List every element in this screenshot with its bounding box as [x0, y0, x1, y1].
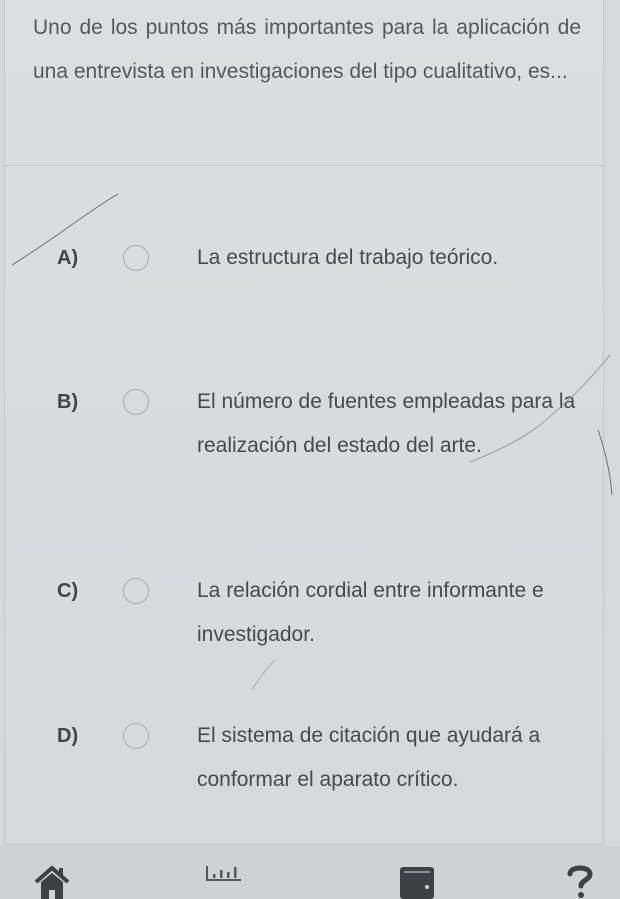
question-card: Uno de los puntos más importantes para l… — [4, 0, 605, 845]
option-text[interactable]: La relación cordial entre informante e i… — [197, 569, 577, 657]
question-divider — [5, 165, 605, 166]
option-radio-b[interactable] — [123, 389, 149, 415]
option-radio-d[interactable] — [123, 723, 149, 749]
nav-home[interactable] — [32, 862, 72, 899]
option-letter: D) — [57, 725, 79, 747]
option-radio-c[interactable] — [123, 578, 149, 604]
question-text: Uno de los puntos más importantes para l… — [33, 16, 581, 83]
option-letter: B) — [57, 391, 79, 413]
option-text[interactable]: El número de fuentes empleadas para la r… — [197, 380, 577, 468]
bar-chart-icon — [206, 866, 241, 881]
option-letter: C) — [57, 580, 79, 602]
option-text[interactable]: La estructura del trabajo teórico. — [197, 236, 577, 280]
nav-wallet[interactable] — [398, 862, 438, 899]
option-letter: A) — [57, 247, 79, 269]
bottom-nav — [0, 846, 620, 899]
nav-stats[interactable] — [205, 862, 245, 899]
home-icon — [34, 866, 70, 899]
option-radio-a[interactable] — [123, 245, 149, 271]
nav-help[interactable] — [560, 862, 600, 899]
help-icon — [567, 865, 593, 898]
option-text[interactable]: El sistema de citación que ayudará a con… — [197, 714, 577, 802]
wallet-icon — [400, 867, 434, 899]
